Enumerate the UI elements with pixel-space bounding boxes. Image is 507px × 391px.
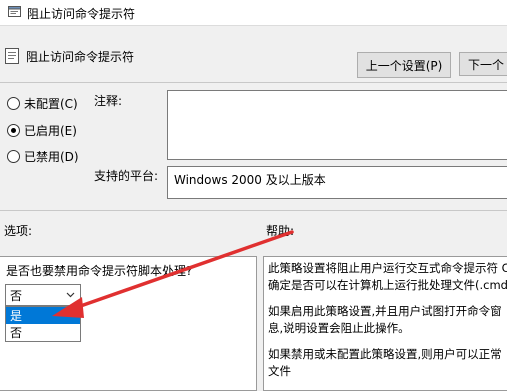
annotation-arrow — [52, 230, 294, 318]
